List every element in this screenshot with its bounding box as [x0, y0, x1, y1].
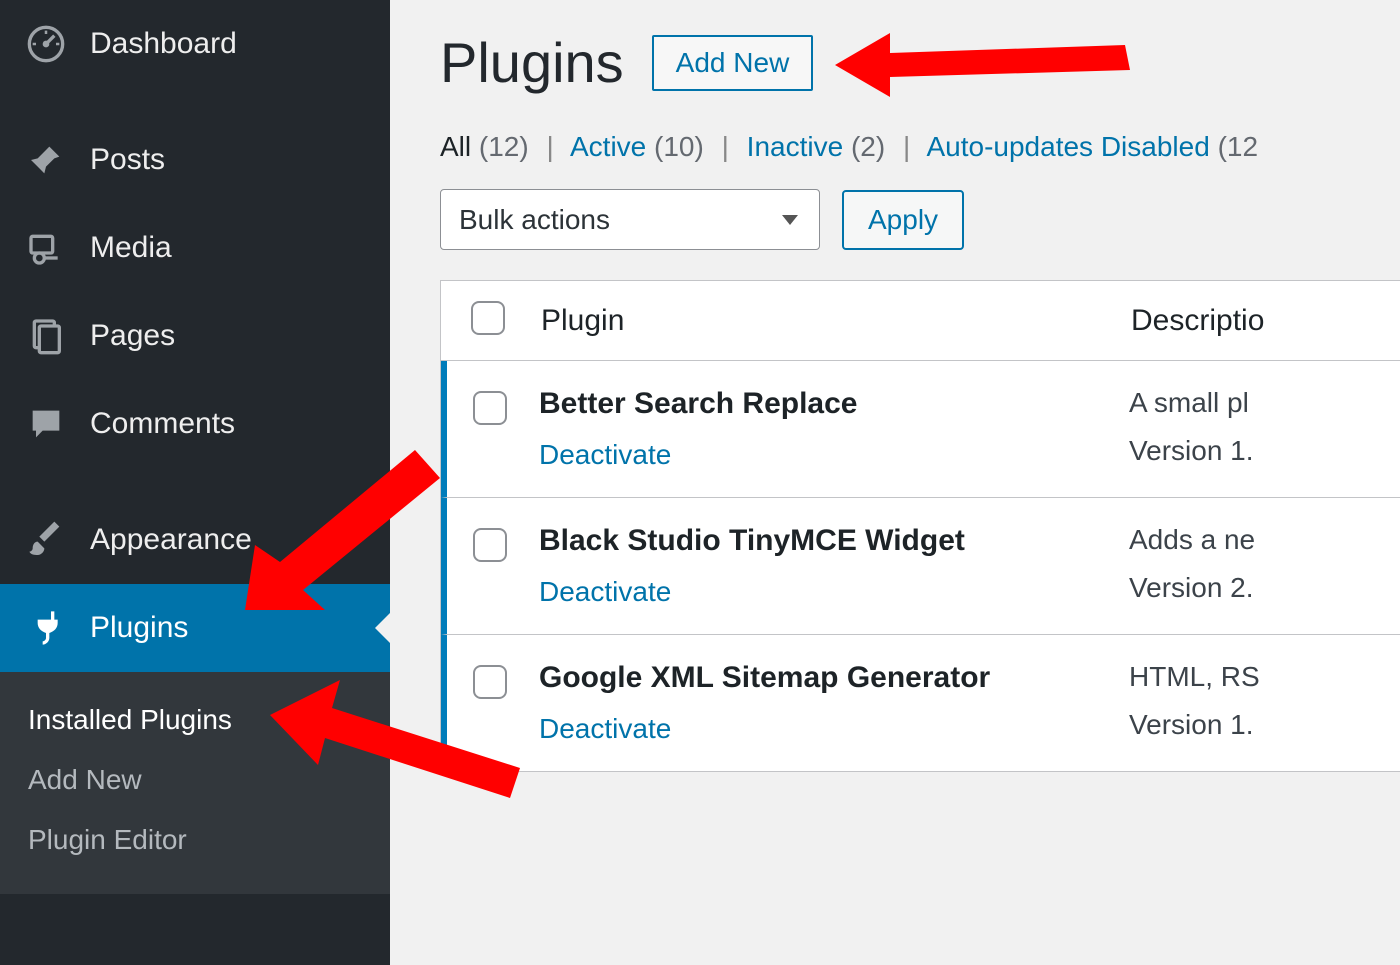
media-icon [24, 226, 68, 270]
sidebar-item-label: Dashboard [90, 29, 237, 59]
pin-icon [24, 138, 68, 182]
sidebar-item-dashboard[interactable]: Dashboard [0, 0, 390, 88]
sidebar-item-media[interactable]: Media [0, 204, 390, 292]
admin-sidebar: Dashboard Posts Media Pages Commen [0, 0, 390, 965]
plugin-filter-links: All (12) | Active (10) | Inactive (2) | … [440, 131, 1400, 163]
submenu-item-label: Add New [28, 764, 142, 795]
sidebar-item-appearance[interactable]: Appearance [0, 496, 390, 584]
sidebar-item-label: Pages [90, 321, 175, 351]
filter-all[interactable]: All (12) [440, 131, 536, 162]
deactivate-link[interactable]: Deactivate [539, 439, 671, 470]
plugin-description: HTML, RS [1129, 661, 1260, 693]
plugins-page: Plugins Add New All (12) | Active (10) |… [390, 0, 1400, 965]
plugin-description: A small pl [1129, 387, 1254, 419]
filter-active[interactable]: Active (10) [570, 131, 712, 162]
row-checkbox[interactable] [473, 665, 507, 699]
table-row: Black Studio TinyMCE Widget Deactivate A… [441, 498, 1400, 635]
submenu-installed-plugins[interactable]: Installed Plugins [0, 690, 390, 750]
sidebar-item-label: Comments [90, 409, 235, 439]
plugin-description: Adds a ne [1129, 524, 1255, 556]
plugins-table: Plugin Descriptio Better Search Replace … [440, 280, 1400, 772]
column-description[interactable]: Descriptio [1131, 304, 1264, 338]
sidebar-item-label: Posts [90, 145, 165, 175]
select-all-checkbox[interactable] [471, 301, 505, 335]
row-checkbox[interactable] [473, 528, 507, 562]
deactivate-link[interactable]: Deactivate [539, 713, 671, 744]
submenu-item-label: Plugin Editor [28, 824, 187, 855]
plugin-name: Better Search Replace [539, 387, 1129, 421]
submenu-add-new[interactable]: Add New [0, 750, 390, 810]
sidebar-item-posts[interactable]: Posts [0, 116, 390, 204]
sidebar-item-label: Appearance [90, 525, 252, 555]
plugin-version: Version 2. [1129, 572, 1255, 604]
submenu-plugin-editor[interactable]: Plugin Editor [0, 810, 390, 870]
comments-icon [24, 402, 68, 446]
page-title: Plugins [440, 30, 624, 95]
sidebar-item-pages[interactable]: Pages [0, 292, 390, 380]
plug-icon [24, 606, 68, 650]
plugins-submenu: Installed Plugins Add New Plugin Editor [0, 672, 390, 894]
submenu-item-label: Installed Plugins [28, 704, 232, 735]
apply-button[interactable]: Apply [842, 190, 964, 250]
table-row: Google XML Sitemap Generator Deactivate … [441, 635, 1400, 772]
filter-auto-updates-disabled[interactable]: Auto-updates Disabled (12 [926, 131, 1258, 162]
pages-icon [24, 314, 68, 358]
plugin-version: Version 1. [1129, 435, 1254, 467]
deactivate-link[interactable]: Deactivate [539, 576, 671, 607]
sidebar-item-label: Media [90, 233, 172, 263]
plugin-name: Black Studio TinyMCE Widget [539, 524, 1129, 558]
bulk-actions-select[interactable]: Bulk actions [440, 189, 820, 250]
filter-inactive[interactable]: Inactive (2) [747, 131, 893, 162]
plugin-version: Version 1. [1129, 709, 1260, 741]
table-row: Better Search Replace Deactivate A small… [441, 361, 1400, 498]
sidebar-item-comments[interactable]: Comments [0, 380, 390, 468]
sidebar-item-label: Plugins [90, 613, 188, 643]
plugin-name: Google XML Sitemap Generator [539, 661, 1129, 695]
row-checkbox[interactable] [473, 391, 507, 425]
add-new-button[interactable]: Add New [652, 35, 814, 91]
dashboard-icon [24, 22, 68, 66]
column-plugin[interactable]: Plugin [541, 304, 1131, 338]
sidebar-item-plugins[interactable]: Plugins [0, 584, 390, 672]
brush-icon [24, 518, 68, 562]
